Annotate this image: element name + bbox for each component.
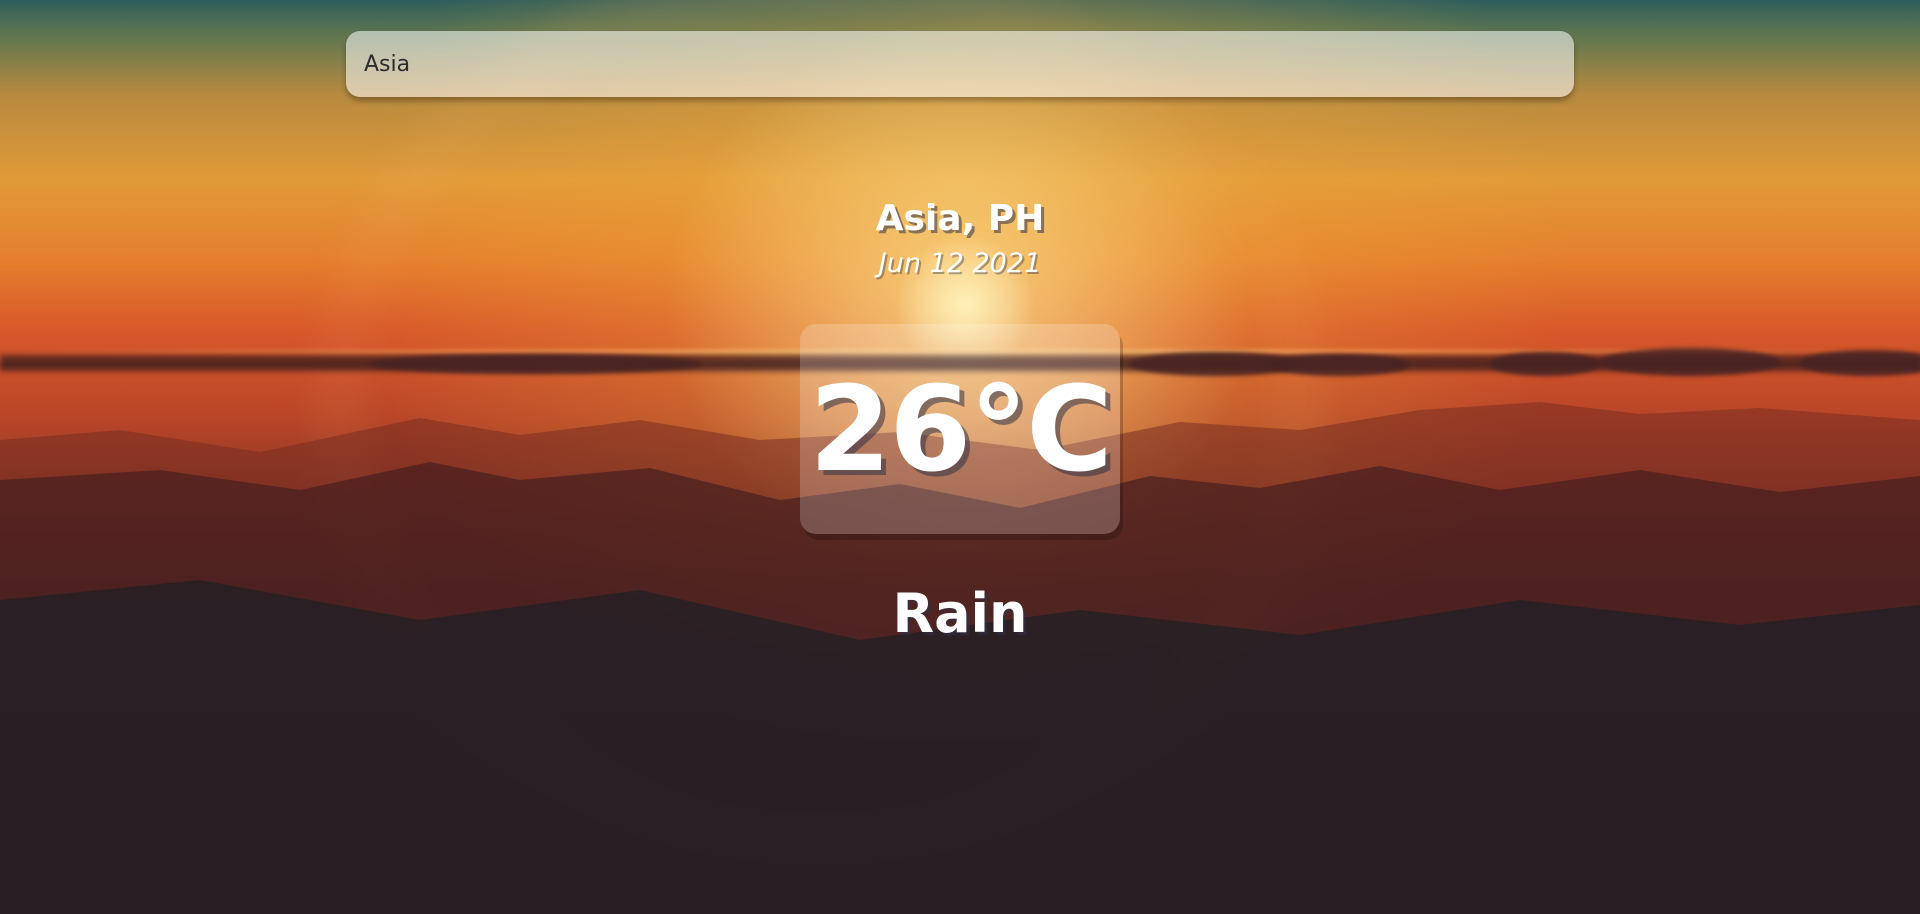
location-name: Asia, PH (875, 198, 1045, 239)
cloud (1490, 352, 1600, 376)
cloud (1600, 348, 1780, 376)
cloud (1800, 350, 1920, 376)
date-label: Jun 12 2021 (878, 248, 1042, 279)
cloud (370, 354, 700, 374)
cloud (1270, 354, 1410, 376)
temperature-value: 26°C (809, 360, 1113, 498)
weather-condition: Rain (892, 582, 1028, 645)
temperature-box: 26°C (800, 324, 1120, 534)
search-input[interactable] (346, 31, 1574, 97)
weather-app: Asia, PH Jun 12 2021 26°C Rain (0, 0, 1920, 914)
